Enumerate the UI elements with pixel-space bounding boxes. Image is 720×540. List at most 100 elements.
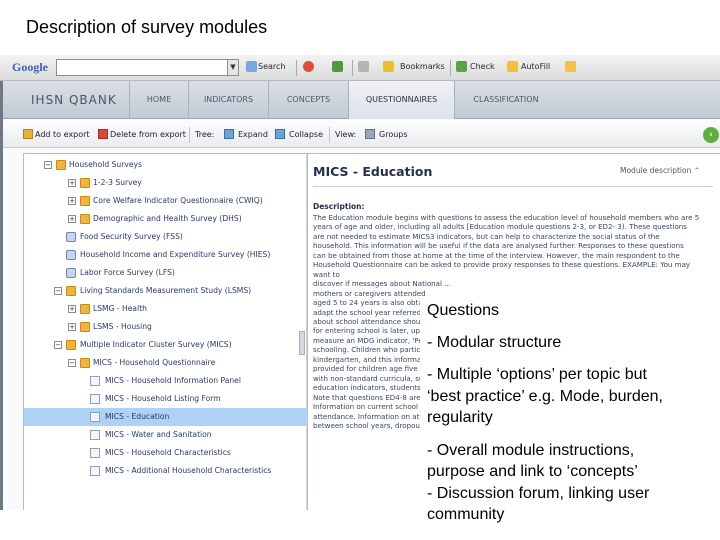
plus-icon[interactable] — [332, 61, 343, 72]
pencil-icon[interactable] — [565, 61, 576, 72]
tree-item-label: Food Security Survey (FSS) — [80, 232, 183, 241]
expand-toggle-icon[interactable]: + — [68, 215, 76, 223]
check-button[interactable]: Check — [470, 62, 495, 71]
tree-item-mics-water-sanitation[interactable]: MICS - Water and Sanitation — [24, 426, 306, 444]
collapse-button[interactable]: Collapse — [289, 130, 323, 139]
document-icon — [90, 376, 100, 386]
tree-item-mics-information-panel[interactable]: MICS - Household Information Panel — [24, 372, 306, 390]
tree-item-mics-additional-characteristics[interactable]: MICS - Additional Household Characterist… — [24, 462, 306, 480]
callout-line: - Overall module instructions, — [427, 442, 635, 459]
description-label: Description: — [313, 202, 365, 211]
folder-icon — [80, 178, 90, 188]
expand-toggle-icon[interactable]: + — [68, 179, 76, 187]
tab-home[interactable]: HOME — [129, 81, 189, 119]
tree-item-label: MICS - Water and Sanitation — [105, 430, 212, 439]
tree-item-mics-listing-form[interactable]: MICS - Household Listing Form — [24, 390, 306, 408]
collapse-icon — [275, 129, 285, 139]
toolbar-divider — [329, 127, 330, 143]
callout-line: - Discussion forum, linking user — [427, 485, 650, 502]
go-arrow-icon[interactable]: ‹ — [703, 127, 719, 143]
tab-indicators[interactable]: INDICATORS — [189, 81, 269, 119]
tree-item-label: MICS - Household Questionnaire — [93, 358, 216, 367]
tab-classification[interactable]: CLASSIFICATION — [455, 81, 557, 119]
autofill-icon[interactable] — [507, 61, 518, 72]
add-to-export-button[interactable]: Add to export — [35, 130, 90, 139]
collapse-toggle-icon[interactable]: − — [54, 341, 62, 349]
tree-item-label: Multiple Indicator Cluster Survey (MICS) — [80, 340, 232, 349]
tree-item-mics-household-questionnaire[interactable]: − MICS - Household Questionnaire — [24, 354, 306, 372]
tree-item-lfs[interactable]: Labor Force Survey (LFS) — [24, 264, 306, 282]
delete-from-export-button[interactable]: Delete from export — [110, 130, 186, 139]
callout-line: Questions — [427, 302, 500, 319]
callout-line: community — [427, 506, 505, 523]
callout-line: purpose and link to ‘concepts’ — [427, 463, 638, 480]
tree-item-lsms-housing[interactable]: + LSMS - Housing — [24, 318, 306, 336]
tree-item-label: 1-2-3 Survey — [93, 178, 142, 187]
callout-line: regularity — [427, 409, 493, 426]
tree-item-label: Demographic and Health Survey (DHS) — [93, 214, 242, 223]
autofill-button[interactable]: AutoFill — [521, 62, 550, 71]
toolbar-divider — [352, 60, 353, 76]
tree-item-label: Core Welfare Indicator Questionnaire (CW… — [93, 196, 263, 205]
tree-item-mics-education[interactable]: MICS - Education — [24, 408, 306, 426]
view-label: View: — [335, 130, 357, 139]
action-toolbar: Add to export Delete from export Tree: E… — [3, 120, 720, 148]
collapse-toggle-icon[interactable]: − — [68, 359, 76, 367]
bookmarks-button[interactable]: Bookmarks — [400, 62, 445, 71]
tab-concepts[interactable]: CONCEPTS — [269, 81, 349, 119]
callout-line: - Modular structure — [427, 334, 562, 351]
module-description-link[interactable]: Module description ⌃ — [620, 166, 700, 175]
description-line: The Education module begins with questio… — [313, 213, 700, 222]
tree-item-hies[interactable]: Household Income and Expenditure Survey … — [24, 246, 306, 264]
description-line: Household Questionnaire can be asked to … — [313, 260, 691, 279]
expand-button[interactable]: Expand — [238, 130, 268, 139]
google-search-button[interactable]: Search — [258, 62, 285, 71]
description-line: can be obtained from those at home at th… — [313, 250, 680, 260]
groups-button[interactable]: Groups — [379, 130, 408, 139]
tree-item-cwiq[interactable]: + Core Welfare Indicator Questionnaire (… — [24, 192, 306, 210]
panel-splitter-handle[interactable] — [299, 331, 305, 355]
folder-icon — [56, 160, 66, 170]
collapse-chevron-icon[interactable]: ⌃ — [694, 166, 700, 175]
search-dropdown-button[interactable]: ▼ — [228, 59, 239, 76]
search-icon[interactable] — [246, 61, 257, 72]
folder-icon — [66, 340, 76, 350]
folder-icon — [80, 196, 90, 206]
tree-item-label: MICS - Additional Household Characterist… — [105, 466, 272, 475]
check-icon[interactable] — [456, 61, 467, 72]
collapse-toggle-icon[interactable]: − — [54, 287, 62, 295]
expand-toggle-icon[interactable]: + — [68, 323, 76, 331]
google-logo: Google — [12, 60, 48, 74]
document-icon — [90, 412, 100, 422]
tree-item-household-surveys[interactable]: − Household Surveys — [24, 156, 306, 174]
news-icon[interactable] — [303, 61, 314, 72]
share-icon[interactable] — [358, 61, 369, 72]
folder-icon — [80, 214, 90, 224]
divider — [313, 186, 713, 187]
description-line: years of age and older, including all ad… — [313, 222, 687, 232]
survey-icon — [66, 250, 76, 260]
expand-toggle-icon[interactable]: + — [68, 305, 76, 313]
description-line: discover if messages about National ... — [313, 279, 451, 289]
tree-item-lsms[interactable]: − Living Standards Measurement Study (LS… — [24, 282, 306, 300]
app-header: IHSN QBANK HOME INDICATORS CONCEPTS QUES… — [3, 81, 720, 119]
add-export-icon — [23, 129, 33, 139]
tree-label: Tree: — [195, 130, 215, 139]
google-search-input[interactable] — [56, 59, 228, 76]
tree-item-fss[interactable]: Food Security Survey (FSS) — [24, 228, 306, 246]
tree-item-label: MICS - Household Information Panel — [105, 376, 241, 385]
expand-toggle-icon[interactable]: + — [68, 197, 76, 205]
tree-item-lsmg-health[interactable]: + LSMG - Health — [24, 300, 306, 318]
tree-item-dhs[interactable]: + Demographic and Health Survey (DHS) — [24, 210, 306, 228]
tree-item-mics[interactable]: − Multiple Indicator Cluster Survey (MIC… — [24, 336, 306, 354]
collapse-toggle-icon[interactable]: − — [44, 161, 52, 169]
tree-item-123-survey[interactable]: + 1-2-3 Survey — [24, 174, 306, 192]
survey-icon — [66, 232, 76, 242]
tree-item-mics-household-characteristics[interactable]: MICS - Household Characteristics — [24, 444, 306, 462]
tree-item-label: Living Standards Measurement Study (LSMS… — [80, 286, 252, 295]
groups-icon — [365, 129, 375, 139]
tree-item-label: Household Surveys — [69, 160, 142, 169]
google-toolbar: Google ▼ Search Bookmarks Check AutoFill — [0, 55, 720, 81]
star-icon[interactable] — [383, 61, 394, 72]
tab-questionnaires[interactable]: QUESTIONNAIRES — [349, 81, 455, 119]
